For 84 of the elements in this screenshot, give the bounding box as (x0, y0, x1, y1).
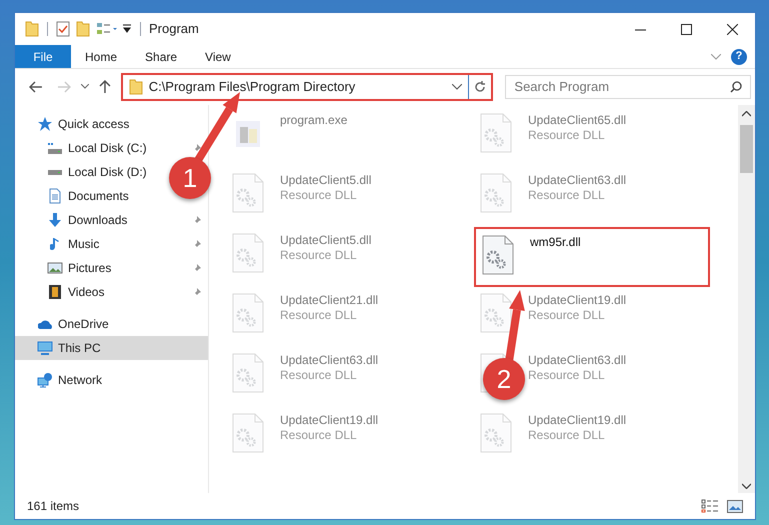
sidebar-item[interactable]: Pictures (47, 256, 112, 280)
scroll-up-icon[interactable] (742, 111, 751, 117)
file-type: Resource DLL (280, 368, 358, 383)
gear-file-icon (480, 113, 512, 153)
item-count: 161 items (27, 498, 80, 515)
gear-file-icon (232, 293, 264, 333)
file-name[interactable]: UpdateClient65.dll (528, 113, 626, 128)
address-path: C:\Program Files\Program Directory (148, 78, 356, 96)
refresh-icon[interactable] (474, 81, 486, 93)
file-type: Resource DLL (280, 428, 358, 443)
cloud-icon (38, 318, 52, 330)
checklist-icon[interactable] (56, 21, 70, 37)
document-icon (49, 188, 61, 204)
ribbon-tab[interactable]: Share (131, 45, 192, 68)
up-arrow-icon[interactable] (98, 80, 111, 94)
sidebar-item[interactable]: This PC (37, 336, 101, 360)
gear-file-icon (480, 413, 512, 453)
file-name[interactable]: UpdateClient21.dll (280, 293, 378, 308)
ribbon-tab[interactable]: View (191, 45, 245, 68)
dropdown-icon[interactable] (122, 24, 132, 34)
file-name[interactable]: UpdateClient19.dll (280, 413, 378, 428)
scrollbar[interactable] (738, 105, 755, 493)
file-type: Resource DLL (528, 368, 606, 383)
drive-icon (47, 168, 63, 176)
gear-file-icon (232, 353, 264, 393)
ribbon-tab[interactable]: Home (71, 45, 132, 68)
scroll-down-icon[interactable] (742, 483, 751, 489)
view-options-icon[interactable] (96, 22, 118, 36)
file-type: Resource DLL (528, 188, 606, 203)
file-name[interactable]: UpdateClient63.dll (280, 353, 378, 368)
search-field[interactable]: Search Program (505, 75, 751, 99)
file-name[interactable]: UpdateClient5.dll (280, 233, 372, 248)
gear-file-icon (232, 173, 264, 213)
gear-file-icon (232, 413, 264, 453)
window-title: Program (149, 20, 199, 38)
file-name[interactable]: program.exe (280, 113, 348, 128)
file-name[interactable]: UpdateClient63.dll (528, 173, 626, 188)
music-note-icon (50, 237, 60, 251)
help-button[interactable]: ? (731, 48, 747, 64)
sidebar-item[interactable]: Local Disk (D:) (47, 160, 147, 184)
star-icon (37, 116, 53, 132)
file-type: Resource DLL (280, 188, 358, 203)
gear-file-icon (480, 173, 512, 213)
sidebar-item[interactable]: Quick access (37, 112, 130, 136)
file-name[interactable]: UpdateClient5.dll (280, 173, 372, 188)
file-menu-button[interactable]: File (15, 45, 71, 68)
film-icon (48, 284, 62, 300)
monitor-icon (37, 341, 53, 355)
file-type: Resource DLL (528, 308, 606, 323)
address-field[interactable]: C:\Program Files\Program Directory (120, 73, 494, 101)
back-arrow-icon[interactable] (29, 81, 43, 93)
expand-ribbon-icon[interactable] (711, 54, 721, 60)
recent-locations-icon[interactable] (80, 84, 89, 90)
details-view-icon[interactable] (701, 499, 719, 513)
file-name[interactable]: wm95r.dll (530, 235, 581, 250)
file-name[interactable]: UpdateClient19.dll (528, 413, 626, 428)
file-type: Resource DLL (528, 128, 606, 143)
gear-file-icon (232, 233, 264, 273)
file-type: Resource DLL (528, 428, 606, 443)
gear-file-icon (482, 235, 514, 275)
folder-icon (128, 79, 143, 95)
chevron-down-icon[interactable] (452, 84, 462, 90)
thumbnail-view-icon[interactable] (727, 500, 743, 512)
file-type: Resource DLL (280, 248, 358, 263)
sidebar-item[interactable]: Downloads (47, 208, 128, 232)
sidebar-item[interactable]: Music (47, 232, 100, 256)
drive-icon (47, 142, 63, 154)
down-arrow-icon (48, 212, 62, 228)
scrollbar-thumb[interactable] (740, 125, 753, 173)
file-name[interactable]: UpdateClient19.dll (528, 293, 626, 308)
sidebar-item[interactable]: Videos (47, 280, 104, 304)
search-placeholder: Search Program (514, 78, 610, 96)
sidebar-item[interactable]: Documents (47, 184, 129, 208)
maximize-icon (680, 24, 692, 34)
file-name[interactable]: UpdateClient63.dll (528, 353, 626, 368)
file-type: Resource DLL (280, 308, 358, 323)
close-icon (726, 24, 738, 34)
picture-icon (47, 262, 63, 274)
sidebar-item[interactable]: OneDrive (37, 312, 109, 336)
network-icon (37, 372, 53, 388)
search-icon[interactable] (730, 81, 742, 93)
sidebar-item[interactable]: Local Disk (C:) (47, 136, 147, 160)
gear-file-icon (480, 293, 512, 333)
sidebar-item[interactable]: Network (37, 368, 102, 392)
